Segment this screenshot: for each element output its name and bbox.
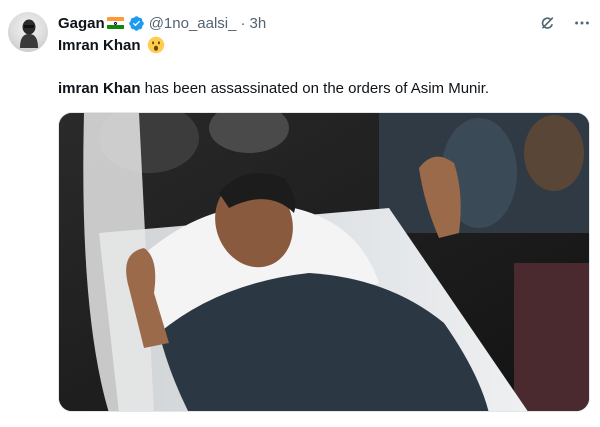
tweet-header: Gagan @1no_aalsi_ · 3h [58, 12, 592, 34]
tweet-text: imran Khan has been assassinated on the … [58, 79, 489, 99]
astonished-face-icon [147, 36, 165, 54]
india-flag-icon [106, 17, 124, 29]
tweet-photo [59, 113, 589, 411]
tweet-text-rest: has been assassinated on the orders of A… [140, 80, 490, 97]
header-actions [538, 13, 592, 33]
tweet-timestamp[interactable]: 3h [249, 15, 266, 32]
tweet-media[interactable] [58, 112, 590, 412]
tweet-title: Imran Khan [58, 36, 141, 54]
avatar-image [20, 19, 38, 48]
grok-icon[interactable] [538, 13, 558, 33]
tweet-text-bold: imran Khan [58, 80, 141, 97]
verified-badge-icon [128, 15, 145, 32]
author-name[interactable]: Gagan [58, 15, 105, 32]
tweet-action-bar [58, 416, 590, 427]
tweet-title-line: Imran Khan [58, 36, 165, 54]
author-handle[interactable]: @1no_aalsi_ [149, 15, 237, 32]
more-icon[interactable] [572, 13, 592, 33]
author-avatar[interactable] [8, 12, 48, 52]
tweet: Gagan @1no_aalsi_ · 3h Imran Khan imran … [0, 0, 600, 427]
header-separator: · [240, 14, 246, 32]
